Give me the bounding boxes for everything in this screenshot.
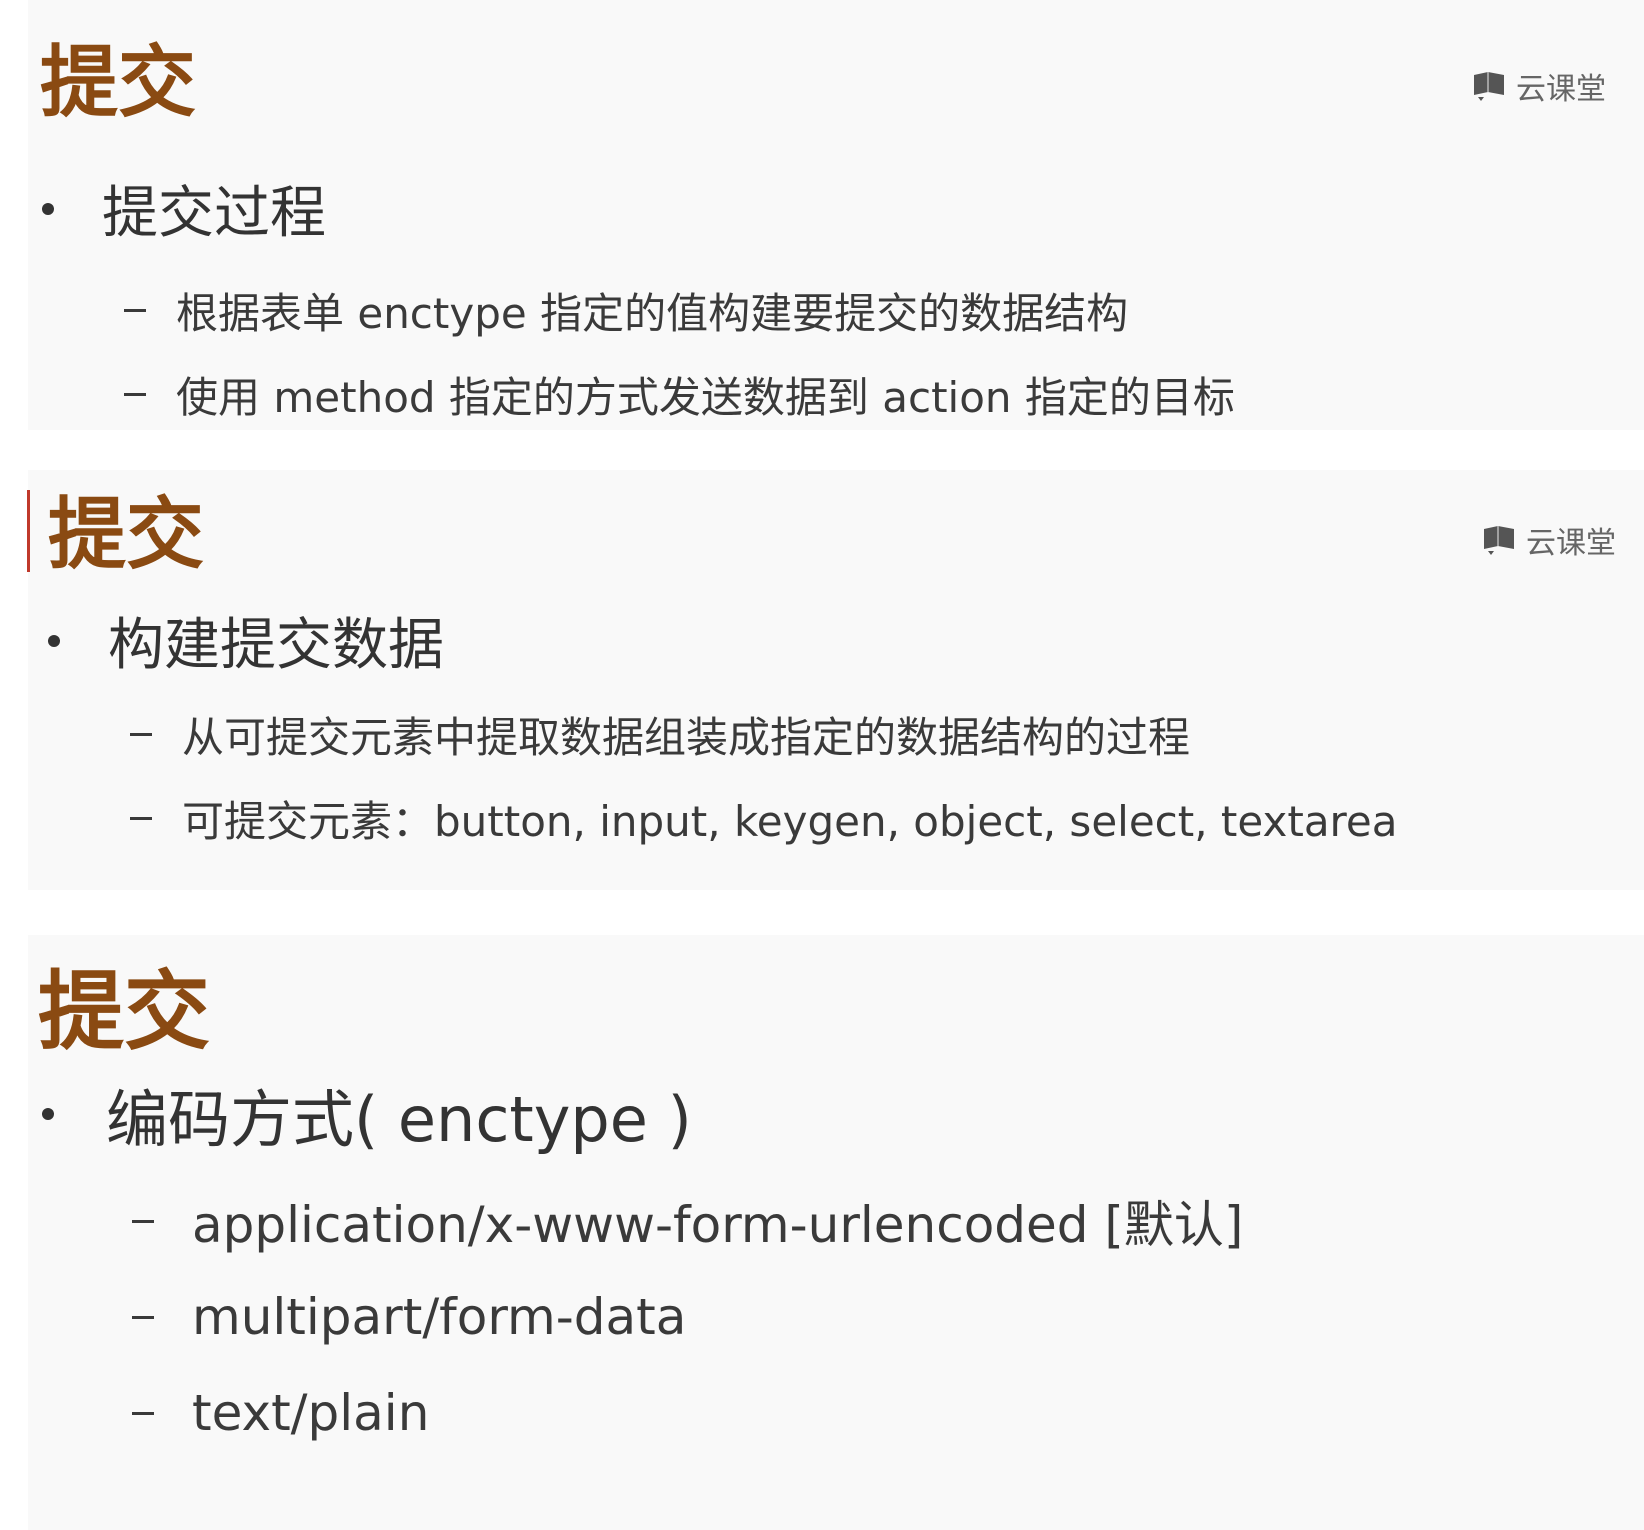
sub-item: application/x-www-form-urlencoded [默认] <box>132 1173 1243 1269</box>
dash-icon <box>132 1219 154 1223</box>
yunketang-logo: 云课堂 <box>1472 64 1606 108</box>
sub-list: 从可提交元素中提取数据组装成指定的数据结构的过程 可提交元素：button, i… <box>130 692 1397 860</box>
logo-text: 云课堂 <box>1526 526 1616 561</box>
bullet-dot-icon <box>42 1108 54 1120</box>
bullet-text: 提交过程 <box>102 181 326 246</box>
dash-icon <box>130 816 152 820</box>
dash-icon <box>132 1315 154 1319</box>
sub-item: multipart/form-data <box>132 1269 1243 1365</box>
sub-item-text: 根据表单 enctype 指定的值构建要提交的数据结构 <box>176 288 1129 338</box>
sub-item-text: 从可提交元素中提取数据组装成指定的数据结构的过程 <box>182 712 1191 762</box>
sub-list: application/x-www-form-urlencoded [默认] m… <box>132 1173 1243 1461</box>
sub-item: 根据表单 enctype 指定的值构建要提交的数据结构 <box>124 268 1235 352</box>
dash-icon <box>130 732 152 736</box>
logo-text: 云课堂 <box>1516 72 1606 107</box>
bullet-item: 编码方式( enctype ) <box>42 1069 692 1159</box>
sub-item: text/plain <box>132 1365 1243 1461</box>
yunketang-logo: 云课堂 <box>1482 518 1616 562</box>
slide-title: 提交 <box>38 962 210 1062</box>
dash-icon <box>124 308 146 312</box>
slide-title: 提交 <box>40 38 197 128</box>
dash-icon <box>124 392 146 396</box>
bullet-dot-icon <box>48 634 60 647</box>
sub-item-text: text/plain <box>192 1384 430 1442</box>
sub-list: 根据表单 enctype 指定的值构建要提交的数据结构 使用 method 指定… <box>124 268 1235 436</box>
bullet-text: 构建提交数据 <box>108 613 444 678</box>
sub-item-text: multipart/form-data <box>192 1288 687 1346</box>
sub-item-text: 使用 method 指定的方式发送数据到 action 指定的目标 <box>176 372 1235 422</box>
bullet-item: 提交过程 <box>42 168 326 249</box>
slide-submit-process: 提交 云课堂 提交过程 根据表单 enctype 指定的值构建要提交的数据结构 … <box>28 0 1644 430</box>
slide-build-data: 提交 云课堂 构建提交数据 从可提交元素中提取数据组装成指定的数据结构的过程 可… <box>27 470 1644 890</box>
dash-icon <box>132 1411 154 1415</box>
accent-bar <box>27 490 30 572</box>
bullet-item: 构建提交数据 <box>48 600 444 681</box>
slide-enctype: 提交 编码方式( enctype ) application/x-www-for… <box>28 935 1644 1530</box>
sub-item: 从可提交元素中提取数据组装成指定的数据结构的过程 <box>130 692 1397 776</box>
book-icon <box>1474 72 1504 101</box>
sub-item: 使用 method 指定的方式发送数据到 action 指定的目标 <box>124 352 1235 436</box>
slide-title: 提交 <box>48 490 205 580</box>
bullet-text: 编码方式( enctype ) <box>106 1083 692 1156</box>
book-icon <box>1484 526 1514 555</box>
sub-item-text: 可提交元素：button, input, keygen, object, sel… <box>182 796 1398 846</box>
bullet-dot-icon <box>42 202 54 215</box>
sub-item-text: application/x-www-form-urlencoded [默认] <box>192 1196 1244 1254</box>
sub-item: 可提交元素：button, input, keygen, object, sel… <box>130 776 1397 860</box>
